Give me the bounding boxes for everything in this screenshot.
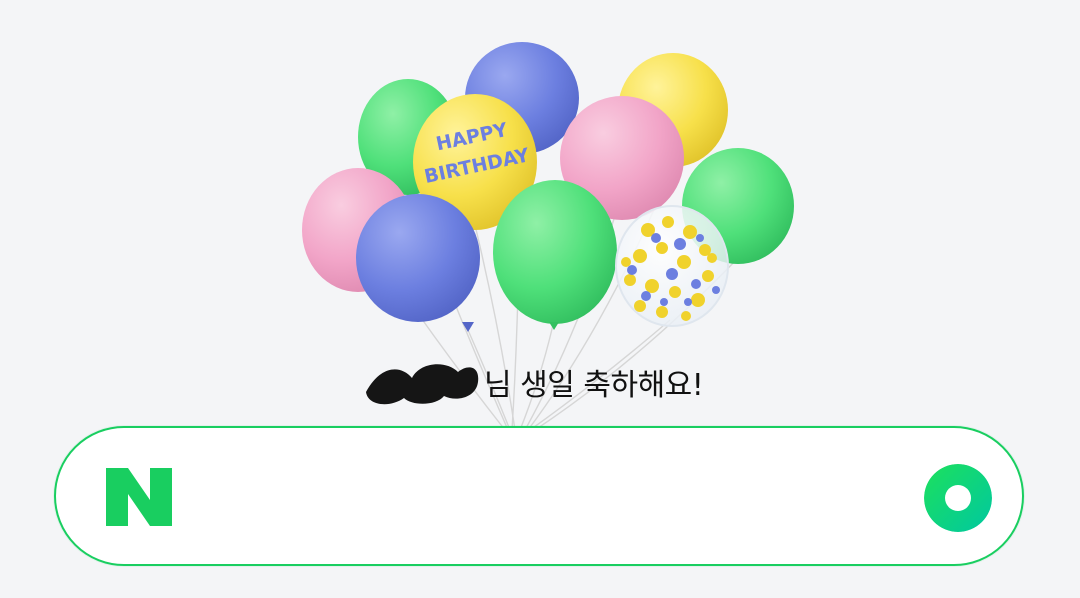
naver-n-icon[interactable] [106,468,172,526]
birthday-page: HAPPY BIRTHDAY 님 생일 축하해요! [0,0,1080,598]
balloon-confetti [615,205,729,327]
birthday-greeting: 님 생일 축하해요! [360,352,704,412]
greeting-text: 님 생일 축하해요! [484,368,704,403]
search-input[interactable] [196,458,900,538]
search-bar[interactable] [54,426,1024,566]
redacted-name-scribble [366,364,479,405]
balloon-blue-front [356,194,480,332]
balloon-green-front [493,180,617,330]
green-dot-search-icon[interactable] [924,464,992,532]
